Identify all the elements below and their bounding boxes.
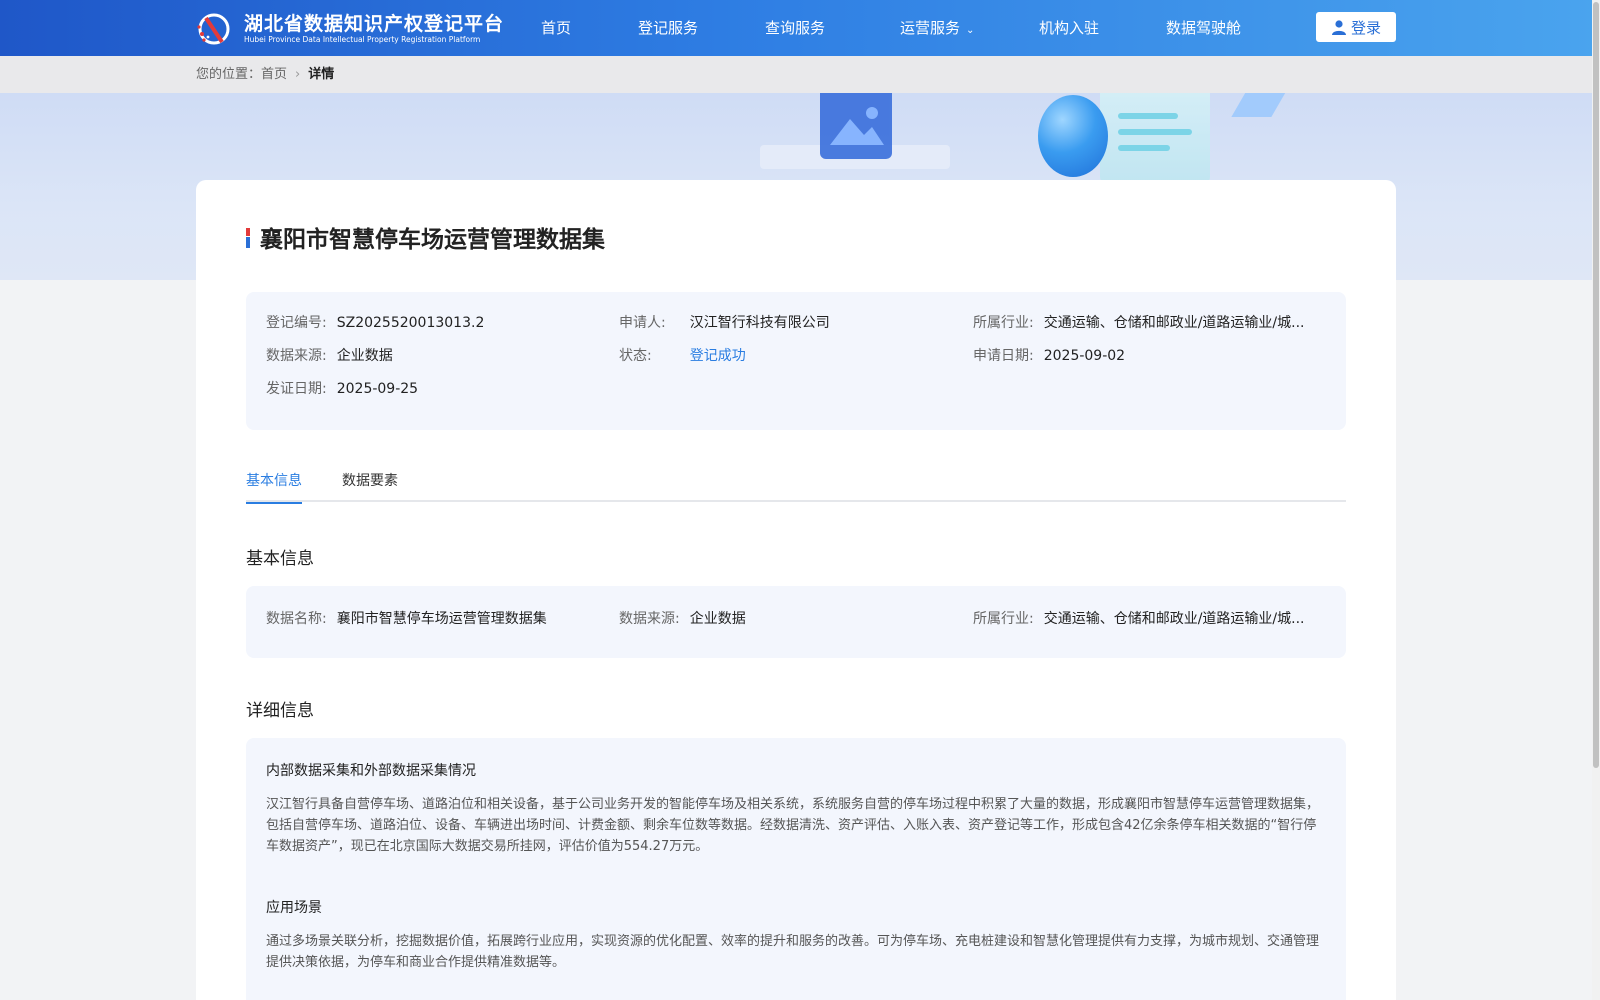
summary-panel: 登记编号: SZ2025520013013.2 申请人: 汉江智行科技有限公司 所属… (246, 292, 1346, 430)
tab-basic-info[interactable]: 基本信息 (246, 470, 302, 504)
summary-issue-date: 发证日期: 2025-09-25 (266, 381, 419, 397)
summary-data-source: 数据来源: 企业数据 (266, 348, 393, 364)
detail-card: 襄阳市智慧停车场运营管理数据集 登记编号: SZ2025520013013.2 申… (196, 180, 1396, 1000)
breadcrumb-current: 详情 (308, 67, 335, 82)
nav-institution-join[interactable]: 机构入驻 (1039, 0, 1099, 56)
summary-status: 状态: 登记成功 (619, 348, 746, 364)
title-accent-icon (246, 228, 250, 248)
summary-applicant: 申请人: 汉江智行科技有限公司 (619, 315, 830, 331)
nav-operation-service[interactable]: 运营服务 ⌄ (900, 0, 974, 56)
page-title: 襄阳市智慧停车场运营管理数据集 (260, 227, 605, 253)
detail-tabs: 基本信息 数据要素 (246, 470, 1346, 504)
site-logo[interactable]: 湖北省数据知识产权登记平台 Hubei Province Data Intell… (196, 12, 504, 46)
banner-document-shape (1100, 93, 1210, 183)
breadcrumb-home[interactable]: 首页 (261, 67, 287, 82)
nav-home[interactable]: 首页 (541, 0, 571, 56)
detail-info-heading: 详细信息 (246, 701, 314, 721)
login-label: 登录 (1350, 18, 1381, 37)
collection-paragraph: 汉江智行具备自营停车场、道路泊位和相关设备，基于公司业务开发的智能停车场及相关系… (266, 797, 1320, 854)
basic-info-heading: 基本信息 (246, 549, 314, 569)
chevron-down-icon: ⌄ (966, 25, 975, 36)
nav-query-service[interactable]: 查询服务 (765, 0, 825, 56)
basic-data-name: 数据名称: 襄阳市智慧停车场运营管理数据集 (266, 611, 547, 627)
logo-subtitle: Hubei Province Data Intellectual Propert… (244, 35, 481, 44)
basic-data-source: 数据来源: 企业数据 (619, 611, 746, 627)
summary-apply-date: 申请日期: 2025-09-02 (973, 348, 1126, 364)
nav-registration-service[interactable]: 登记服务 (638, 0, 698, 56)
status-badge: 登记成功 (689, 348, 746, 364)
scenario-paragraph: 通过多场景关联分析，挖掘数据价值，拓展跨行业应用，实现资源的优化配置、效率的提升… (266, 934, 1320, 970)
basic-industry: 所属行业: 交通运输、仓储和邮政业/道路运输业/城... (973, 611, 1305, 627)
banner-sphere-shape (1038, 95, 1108, 177)
logo-title: 湖北省数据知识产权登记平台 (244, 13, 505, 35)
scenario-subheading: 应用场景 (266, 900, 322, 916)
nav-data-cockpit[interactable]: 数据驾驶舱 (1166, 0, 1241, 56)
page-scrollbar-thumb[interactable] (1593, 2, 1599, 768)
basic-info-panel: 数据名称: 襄阳市智慧停车场运营管理数据集 数据来源: 企业数据 所属行业: 交通运输… (246, 586, 1346, 658)
logo-emblem-icon (196, 12, 242, 46)
collection-subheading: 内部数据采集和外部数据采集情况 (266, 763, 476, 779)
nav-operation-service-label: 运营服务 (900, 19, 961, 37)
chevron-right-icon: › (295, 67, 301, 82)
summary-industry: 所属行业: 交通运输、仓储和邮政业/道路运输业/城... (973, 315, 1305, 331)
detail-info-panel: 内部数据采集和外部数据采集情况 汉江智行具备自营停车场、道路泊位和相关设备，基于… (246, 738, 1346, 1000)
breadcrumb-prefix: 您的位置： (196, 67, 262, 82)
breadcrumb-bar: 您的位置：首页 › 详情 (0, 56, 1592, 93)
user-icon (1331, 20, 1346, 35)
summary-reg-number: 登记编号: SZ2025520013013.2 (266, 315, 485, 331)
top-header: 湖北省数据知识产权登记平台 Hubei Province Data Intell… (0, 0, 1600, 56)
banner-image-icon (820, 93, 892, 159)
breadcrumb: 您的位置：首页 › 详情 (196, 56, 334, 93)
banner-arrow-shape (1231, 93, 1289, 117)
tab-data-elements[interactable]: 数据要素 (342, 470, 398, 502)
login-button[interactable]: 登录 (1316, 12, 1396, 42)
